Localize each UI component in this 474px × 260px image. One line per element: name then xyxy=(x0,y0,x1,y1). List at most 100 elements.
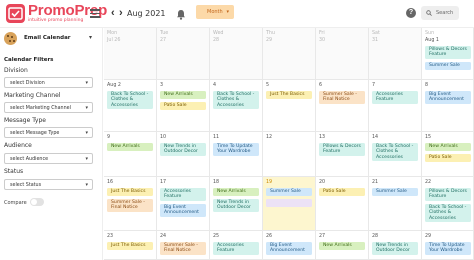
day-of-week-label: Mon xyxy=(107,31,118,36)
status-select[interactable]: select Status ▾ xyxy=(4,179,93,190)
calendar-day-cell[interactable]: 28 New Trends in Outdoor Decor xyxy=(369,231,422,260)
event-chip[interactable]: Summer Sale xyxy=(266,188,312,196)
day-number: 29 xyxy=(425,234,432,239)
calendar-day-cell[interactable]: Wed 28 xyxy=(210,28,263,80)
calendar-day-cell[interactable]: 7 Accessories Feature xyxy=(369,80,422,132)
calendar-day-cell[interactable]: Tue 27 xyxy=(157,28,210,80)
calendar-day-cell[interactable]: 22 Pillows & Decors Feature Back To School… xyxy=(422,177,474,231)
event-chip[interactable]: Big Event Announcement xyxy=(160,203,206,217)
event-chip[interactable]: Accessories Feature xyxy=(372,91,418,104)
calendar-day-cell[interactable]: 26 Big Event Announcement xyxy=(263,231,316,260)
event-chip[interactable]: Big Event Announcement xyxy=(425,91,471,104)
event-chip[interactable]: New Arrivals xyxy=(425,143,471,151)
current-date-label: Aug 2021 xyxy=(127,9,166,18)
calendar-day-cell[interactable]: 13 Pillows & Decors Feature xyxy=(316,132,369,177)
calendar-day-cell[interactable]: 16 Just The Basics Summer Sale - Final Not… xyxy=(104,177,157,231)
event-chip[interactable]: Accessories Feature xyxy=(213,242,259,255)
chevron-left-icon[interactable]: ‹ xyxy=(111,7,115,19)
event-chip[interactable]: New Arrivals xyxy=(213,188,259,196)
calendar-day-cell[interactable]: 8 Big Event Announcement xyxy=(422,80,474,132)
calendar-day-cell[interactable]: 4 Back To School - Clothes & Accessories xyxy=(210,80,263,132)
calendar-day-cell[interactable]: 24 Summer Sale - Final Notice xyxy=(157,231,210,260)
chevron-down-icon: ▾ xyxy=(85,130,88,136)
calendar-day-cell[interactable]: 12 xyxy=(263,132,316,177)
division-select[interactable]: select Division ▾ xyxy=(4,77,93,88)
calendar-day-cell[interactable]: 6 Summer Sale - Final Notice xyxy=(316,80,369,132)
calendar-day-cell[interactable]: 9 New Arrivals xyxy=(104,132,157,177)
calendar-day-cell[interactable]: 11 Time To Update Your Wardrobe xyxy=(210,132,263,177)
event-chip[interactable]: Big Event Announcement xyxy=(266,242,312,255)
calendar-day-cell[interactable]: Mon Jul 26 xyxy=(104,28,157,80)
event-chip[interactable]: New Arrivals xyxy=(160,91,206,99)
message-type-select[interactable]: select Message Type ▾ xyxy=(4,127,93,138)
event-chip[interactable] xyxy=(266,199,312,207)
event-chip[interactable]: Just The Basics xyxy=(266,91,312,99)
calendar-day-cell[interactable]: 10 New Trends in Outdoor Decor xyxy=(157,132,210,177)
event-chip[interactable]: Back To School - Clothes & Accessories xyxy=(372,143,418,162)
day-number: 24 xyxy=(160,234,167,239)
day-number: 19 xyxy=(266,180,273,185)
event-chip[interactable]: New Trends in Outdoor Decor xyxy=(372,242,418,255)
calendar-day-cell[interactable]: Sat 31 xyxy=(369,28,422,80)
calendar-day-cell[interactable]: Aug 2 Back To School - Clothes & Accessor… xyxy=(104,80,157,132)
calendar-day-cell[interactable]: 25 Accessories Feature xyxy=(210,231,263,260)
event-chip[interactable]: Patio Sale xyxy=(319,188,365,196)
event-chip[interactable]: Patio Sale xyxy=(160,102,206,110)
event-chip[interactable]: New Arrivals xyxy=(107,143,153,151)
marketing-channel-select[interactable]: select Marketing Channel ▾ xyxy=(4,102,93,113)
event-chip[interactable]: New Trends in Outdoor Decor xyxy=(160,143,206,156)
audience-select[interactable]: select Audience ▾ xyxy=(4,153,93,164)
event-chip[interactable]: Pillows & Decors Feature xyxy=(319,143,365,156)
day-number: 3 xyxy=(160,83,164,88)
event-chip[interactable]: Summer Sale - Final Notice xyxy=(107,199,153,212)
calendar-day-cell[interactable]: 19 Summer Sale xyxy=(263,177,316,231)
calendar-day-cell[interactable]: 29 Time To Update Your Wardrobe xyxy=(422,231,474,260)
calendar-day-cell[interactable]: 5 Just The Basics xyxy=(263,80,316,132)
day-number: 18 xyxy=(213,180,220,185)
chevron-right-icon[interactable]: › xyxy=(119,7,123,19)
event-chip[interactable]: Summer Sale xyxy=(372,188,418,196)
calendar-day-cell[interactable]: 18 New Arrivals New Trends in Outdoor Deco… xyxy=(210,177,263,231)
event-chip[interactable]: Time To Update Your Wardrobe xyxy=(425,242,471,255)
event-chip[interactable]: Pillows & Decors Feature xyxy=(425,46,471,59)
promoprep-logo-icon[interactable] xyxy=(6,4,25,23)
bell-icon[interactable] xyxy=(176,7,186,25)
calendar-day-cell[interactable]: Fri 30 xyxy=(316,28,369,80)
calendar-day-cell[interactable]: Sun Aug 1 Pillows & Decors Feature Summer S… xyxy=(422,28,474,80)
calendar-name[interactable]: Email Calendar xyxy=(24,35,71,41)
event-chip[interactable]: New Arrivals xyxy=(319,242,365,250)
event-chip[interactable]: Just The Basics xyxy=(107,242,153,250)
day-number: 30 xyxy=(319,38,326,43)
day-number: Jul 26 xyxy=(107,38,121,43)
event-chip[interactable]: Patio Sale xyxy=(425,154,471,162)
event-chip[interactable]: Back To School - Clothes & Accessories xyxy=(213,91,259,110)
event-chip[interactable]: Back To School - Clothes & Accessories xyxy=(425,203,471,222)
chevron-down-icon[interactable]: ▾ xyxy=(89,34,92,41)
event-chip[interactable]: Summer Sale xyxy=(425,61,471,70)
calendar-day-cell[interactable]: 3 New Arrivals Patio Sale xyxy=(157,80,210,132)
event-chip[interactable]: Summer Sale - Final Notice xyxy=(160,242,206,255)
calendar-day-cell[interactable]: 20 Patio Sale xyxy=(316,177,369,231)
day-number: Aug 2 xyxy=(107,83,121,88)
calendar-day-cell[interactable]: 27 New Arrivals xyxy=(316,231,369,260)
view-select[interactable]: Month ▾ xyxy=(196,5,234,19)
compare-toggle[interactable] xyxy=(30,198,44,206)
calendar-day-cell[interactable]: 15 New Arrivals Patio Sale xyxy=(422,132,474,177)
help-icon[interactable]: ? xyxy=(406,8,416,18)
event-chip[interactable]: Accessories Feature xyxy=(160,188,206,201)
event-chip[interactable]: Pillows & Decors Feature xyxy=(425,188,471,201)
search-input[interactable]: Search xyxy=(421,6,459,20)
calendar-grid: Mon Jul 26 Tue 27 Wed 28 Thu 29 Fri 30 Sat 31 Sun Aug… xyxy=(104,28,474,260)
event-chip[interactable]: Back To School - Clothes & Accessories xyxy=(107,91,153,110)
calendar-day-cell[interactable]: 21 Summer Sale xyxy=(369,177,422,231)
event-chip[interactable]: Summer Sale - Final Notice xyxy=(319,91,365,104)
event-chip[interactable]: Time To Update Your Wardrobe xyxy=(213,143,259,156)
calendar-day-cell[interactable]: Thu 29 xyxy=(263,28,316,80)
event-chip[interactable]: New Trends in Outdoor Decor xyxy=(213,199,259,212)
calendar-day-cell[interactable]: 23 Just The Basics xyxy=(104,231,157,260)
calendar-day-cell[interactable]: 14 Back To School - Clothes & Accessories xyxy=(369,132,422,177)
menu-icon[interactable] xyxy=(90,9,100,18)
event-chip[interactable]: Just The Basics xyxy=(107,188,153,196)
calendar-day-cell[interactable]: 17 Accessories Feature Big Event Announcem… xyxy=(157,177,210,231)
filters-title: Calendar Filters xyxy=(4,57,54,63)
